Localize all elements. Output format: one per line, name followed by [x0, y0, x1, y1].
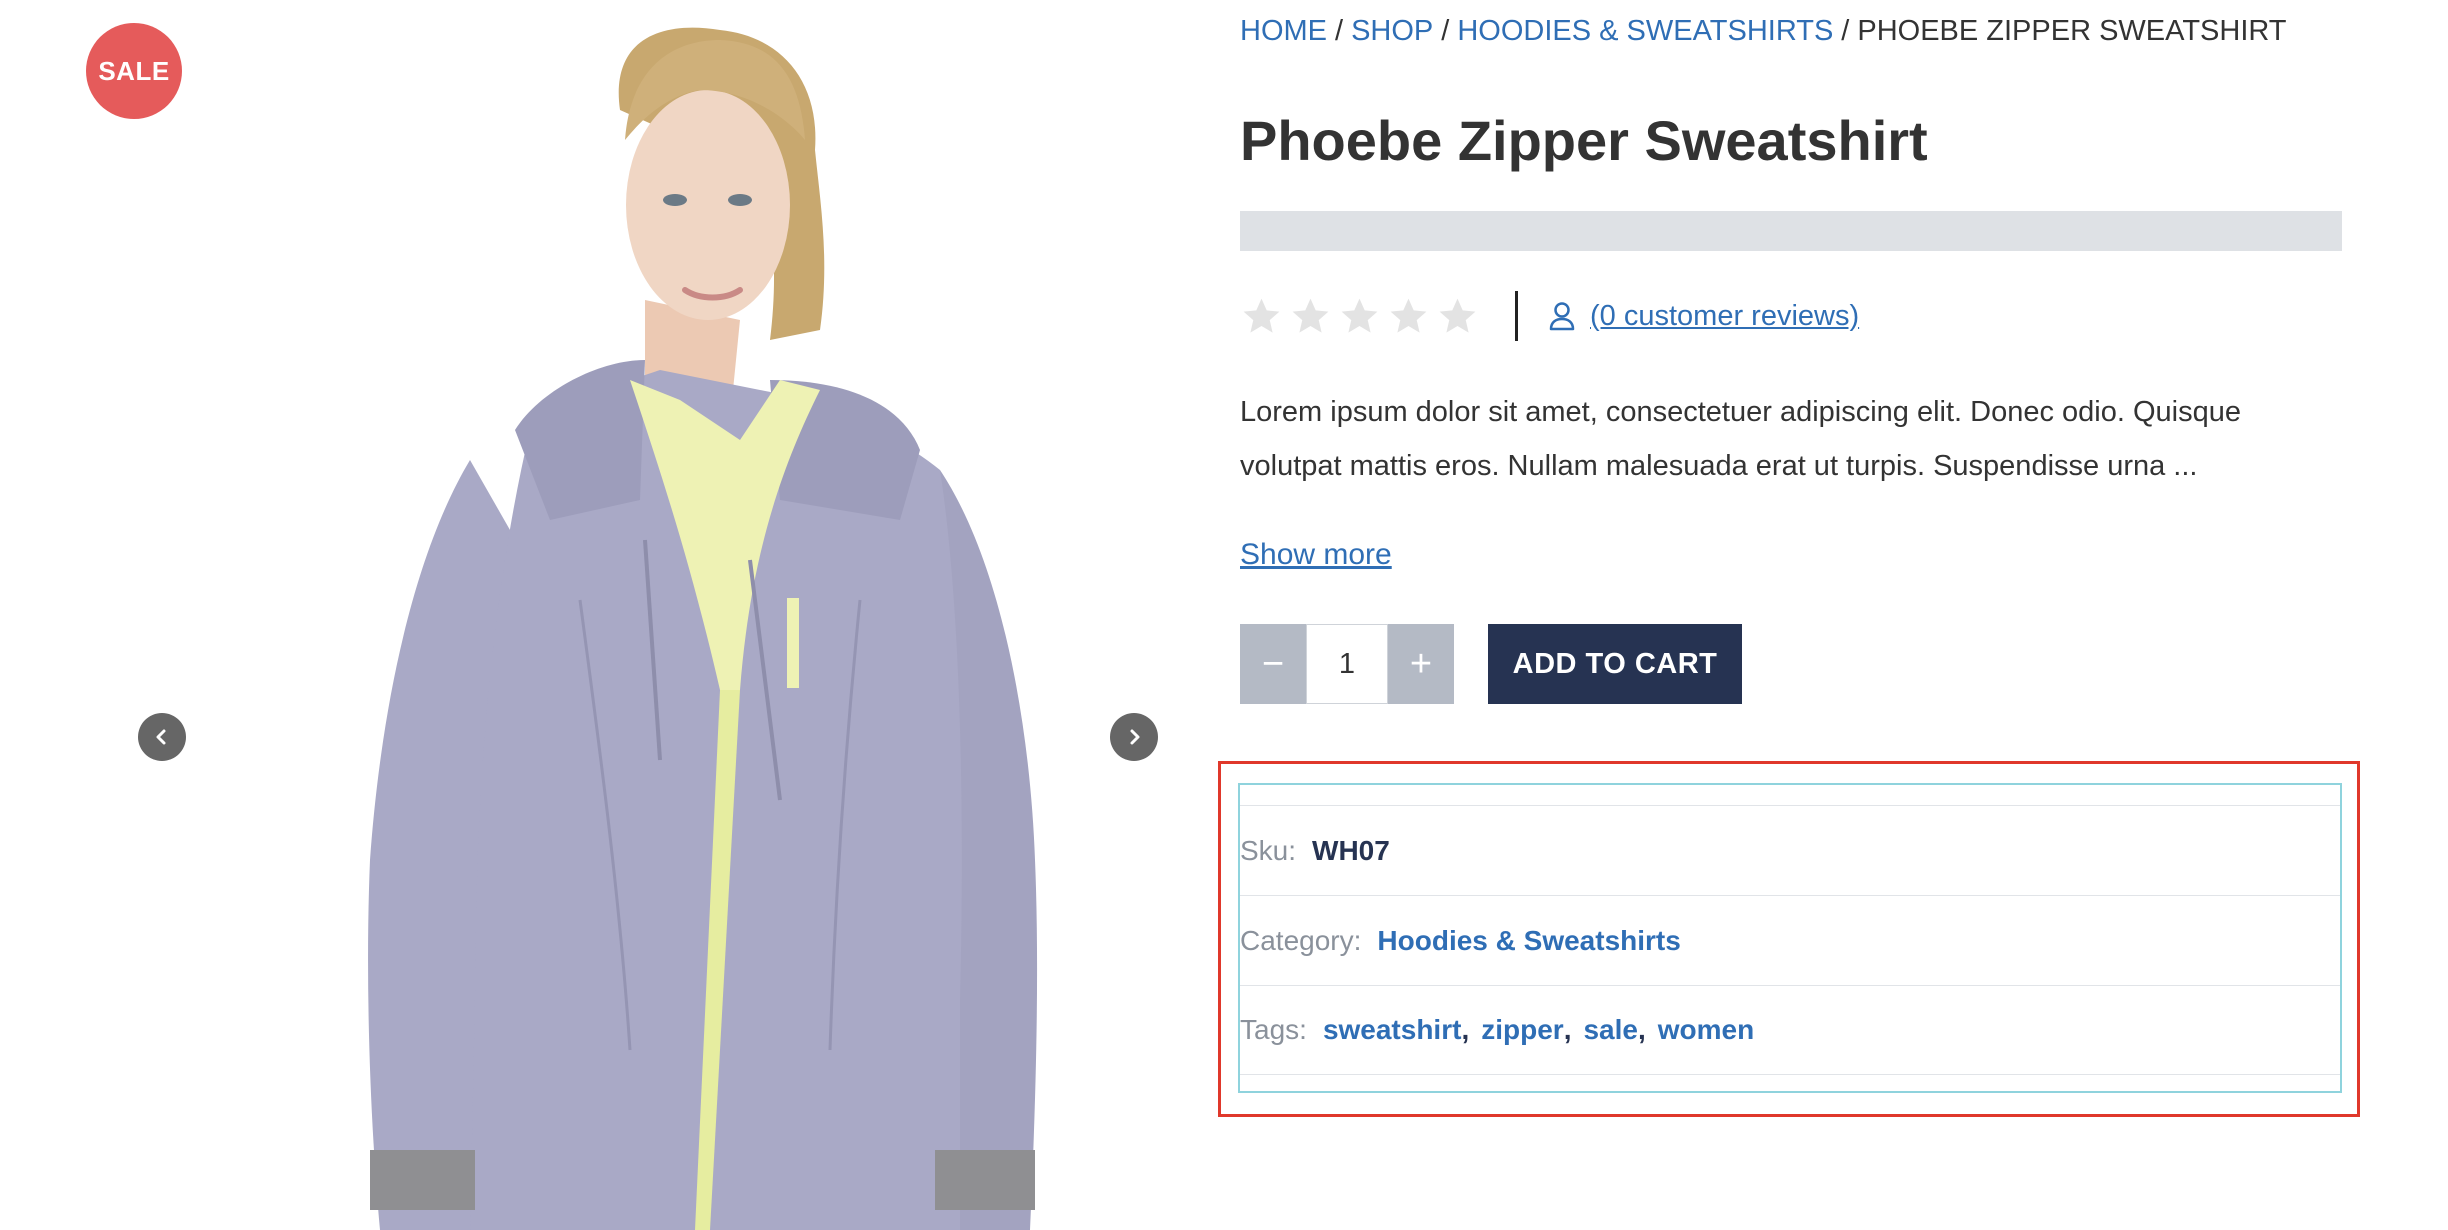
user-icon	[1549, 302, 1575, 331]
star-icon	[1292, 298, 1329, 333]
show-more-link[interactable]: Show more	[1240, 538, 1392, 572]
sku-row: Sku: WH07	[1240, 805, 2340, 895]
tag-link-women[interactable]: women	[1658, 1014, 1754, 1046]
product-gallery: SALE	[0, 0, 1208, 1230]
breadcrumb-shop[interactable]: SHOP	[1351, 15, 1433, 47]
star-icon	[1390, 298, 1427, 333]
customer-reviews-label: (0 customer reviews)	[1590, 299, 1860, 332]
product-meta: Sku: WH07 Category: Hoodies & Sweatshirt…	[1238, 783, 2342, 1093]
breadcrumb-separator: /	[1841, 15, 1850, 47]
category-link[interactable]: Hoodies & Sweatshirts	[1377, 925, 1680, 957]
sku-label: Sku:	[1240, 834, 1297, 866]
sale-badge: SALE	[86, 23, 182, 119]
star-icon	[1243, 298, 1280, 333]
gallery-prev-button[interactable]	[138, 713, 186, 761]
star-rating	[1240, 295, 1479, 338]
breadcrumb-separator: /	[1441, 15, 1450, 47]
placeholder-bar	[1240, 211, 2342, 251]
breadcrumb-separator: /	[1335, 15, 1344, 47]
category-label: Category:	[1240, 924, 1362, 956]
category-row: Category: Hoodies & Sweatshirts	[1240, 895, 2340, 985]
chevron-right-icon	[1130, 729, 1140, 745]
tags-row: Tags: sweatshirt, zipper, sale, women	[1240, 985, 2340, 1075]
gallery-next-button[interactable]	[1110, 713, 1158, 761]
tag-link-zipper[interactable]: zipper	[1481, 1014, 1563, 1046]
rating-divider	[1515, 291, 1518, 341]
product-short-description: Lorem ipsum dolor sit amet, consectetuer…	[1240, 396, 2242, 482]
sku-value: WH07	[1312, 834, 1390, 866]
add-to-cart-button[interactable]: ADD TO CART	[1488, 624, 1742, 704]
star-icon	[1439, 298, 1476, 333]
tag-separator: ,	[1461, 1014, 1470, 1045]
customer-reviews-link[interactable]: (0 customer reviews)	[1548, 300, 1859, 333]
breadcrumb-current: PHOEBE ZIPPER SWEATSHIRT	[1857, 15, 2287, 47]
tag-separator: ,	[1637, 1014, 1646, 1045]
tag-link-sale[interactable]: sale	[1583, 1014, 1638, 1046]
quantity-stepper: − +	[1240, 624, 1454, 704]
tags-label: Tags:	[1240, 1014, 1307, 1045]
breadcrumb-category[interactable]: HOODIES & SWEATSHIRTS	[1457, 15, 1833, 47]
chevron-left-icon	[156, 729, 166, 745]
quantity-input[interactable]	[1306, 624, 1388, 704]
product-title: Phoebe Zipper Sweatshirt	[1240, 109, 1928, 172]
breadcrumb: HOME / SHOP / HOODIES & SWEATSHIRTS / PHOEBE Z…	[1240, 15, 2287, 48]
quantity-decrease-button[interactable]: −	[1240, 624, 1306, 704]
rating-row: (0 customer reviews)	[1240, 288, 1859, 344]
star-icon	[1341, 298, 1378, 333]
product-image	[368, 27, 1038, 1230]
quantity-increase-button[interactable]: +	[1388, 624, 1454, 704]
breadcrumb-home[interactable]: HOME	[1240, 15, 1327, 47]
tag-link-sweatshirt[interactable]: sweatshirt	[1323, 1014, 1462, 1046]
tag-separator: ,	[1563, 1014, 1572, 1045]
